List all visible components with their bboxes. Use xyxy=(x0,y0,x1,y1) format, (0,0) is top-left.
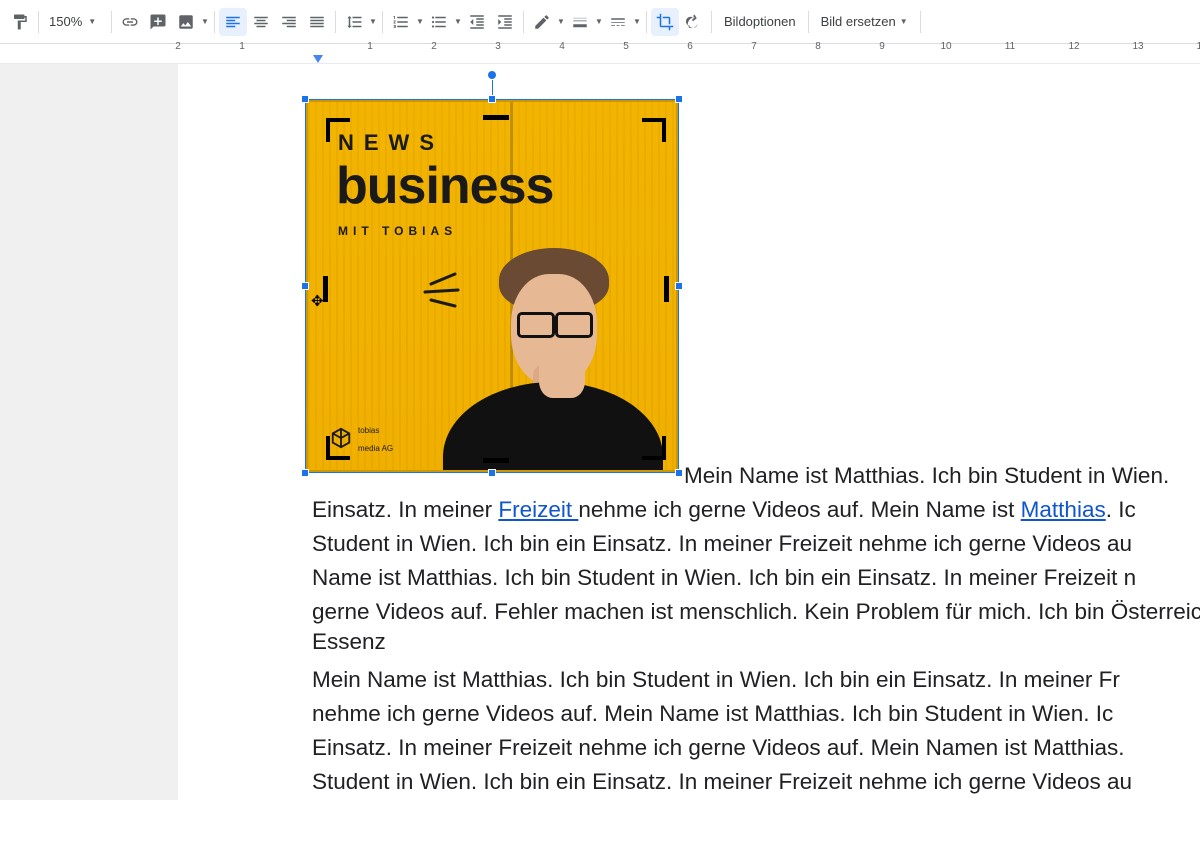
image-options-button[interactable]: Bildoptionen xyxy=(716,8,804,36)
align-right-button[interactable] xyxy=(275,8,303,36)
align-center-button[interactable] xyxy=(247,8,275,36)
insert-image-button[interactable] xyxy=(172,8,200,36)
add-comment-button[interactable] xyxy=(144,8,172,36)
document-canvas: NEWS business MIT TOBIAS tobiasmedia AG xyxy=(0,64,1200,800)
person-portrait xyxy=(443,245,663,470)
horizontal-ruler[interactable]: 2 1 1 2 3 4 5 6 7 8 9 10 11 12 13 14 xyxy=(0,44,1200,64)
podcast-cover-image: NEWS business MIT TOBIAS tobiasmedia AG xyxy=(306,100,678,472)
align-left-button[interactable] xyxy=(219,8,247,36)
formatting-toolbar: 150%▼ ▼ ▼ ▼ ▼ ▼ ▼ ▼ Bildoptionen Bild xyxy=(0,0,1200,44)
insert-link-button[interactable] xyxy=(116,8,144,36)
selected-image[interactable]: NEWS business MIT TOBIAS tobiasmedia AG xyxy=(306,100,678,472)
border-color-menu[interactable]: ▼ xyxy=(556,17,566,26)
numbered-list-button[interactable] xyxy=(387,8,415,36)
border-dash-menu[interactable]: ▼ xyxy=(632,17,642,26)
bulleted-list-button[interactable] xyxy=(425,8,453,36)
image-text-subtitle: MIT TOBIAS xyxy=(338,224,457,238)
link-matthias[interactable]: Matthias xyxy=(1021,497,1106,522)
image-text-business: business xyxy=(336,156,553,216)
border-weight-button[interactable] xyxy=(566,8,594,36)
link-freizeit[interactable]: Freizeit xyxy=(498,497,578,522)
border-dash-button[interactable] xyxy=(604,8,632,36)
border-color-button[interactable] xyxy=(528,8,556,36)
resize-handle-tl[interactable] xyxy=(301,95,309,103)
rotate-handle[interactable] xyxy=(487,70,497,80)
border-weight-menu[interactable]: ▼ xyxy=(594,17,604,26)
indent-marker[interactable] xyxy=(313,55,323,63)
decrease-indent-button[interactable] xyxy=(463,8,491,36)
line-spacing-button[interactable] xyxy=(340,8,368,36)
resize-handle-mr[interactable] xyxy=(675,282,683,290)
bulleted-list-menu[interactable]: ▼ xyxy=(453,17,463,26)
numbered-list-menu[interactable]: ▼ xyxy=(415,17,425,26)
resize-handle-tr[interactable] xyxy=(675,95,683,103)
image-text-news: NEWS xyxy=(338,130,444,156)
document-body-text[interactable]: Mein Name ist Matthias. Ich bin Student … xyxy=(312,461,1200,801)
zoom-select[interactable]: 150%▼ xyxy=(43,14,107,29)
insert-image-menu[interactable]: ▼ xyxy=(200,17,210,26)
crop-image-button[interactable] xyxy=(651,8,679,36)
move-cursor-icon: ✥ xyxy=(311,292,324,310)
align-justify-button[interactable] xyxy=(303,8,331,36)
paint-format-button[interactable] xyxy=(6,8,34,36)
line-spacing-menu[interactable]: ▼ xyxy=(368,17,378,26)
reset-image-button[interactable] xyxy=(679,8,707,36)
replace-image-button[interactable]: Bild ersetzen▼ xyxy=(813,8,916,36)
increase-indent-button[interactable] xyxy=(491,8,519,36)
document-page[interactable]: NEWS business MIT TOBIAS tobiasmedia AG xyxy=(178,64,1200,844)
resize-handle-tm[interactable] xyxy=(488,95,496,103)
brand-logo: tobiasmedia AG xyxy=(330,420,393,456)
resize-handle-bl[interactable] xyxy=(301,469,309,477)
resize-handle-ml[interactable] xyxy=(301,282,309,290)
